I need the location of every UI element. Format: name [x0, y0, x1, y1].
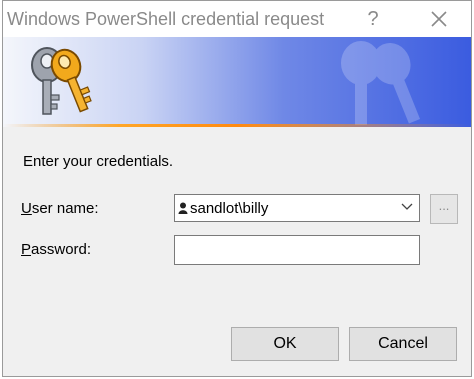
- ok-button[interactable]: OK: [231, 327, 339, 361]
- close-button[interactable]: [421, 4, 457, 34]
- password-label-text: assword:: [31, 241, 92, 258]
- banner: [3, 37, 471, 127]
- user-name-combobox[interactable]: sandlot\billy: [174, 194, 420, 222]
- user-name-label-mnemonic: U: [21, 200, 32, 217]
- password-label-mnemonic: P: [21, 241, 32, 258]
- user-name-label-text: ser name:: [31, 200, 99, 217]
- user-name-value: sandlot\billy: [190, 200, 269, 217]
- cancel-button[interactable]: Cancel: [349, 327, 457, 361]
- banner-accent-line: [3, 124, 471, 127]
- keys-icon: [31, 47, 92, 115]
- credentials-prompt: Enter your credentials.: [23, 153, 174, 170]
- keys-watermark-icon: [341, 41, 421, 125]
- window-title: Windows PowerShell credential request: [7, 9, 325, 29]
- password-input[interactable]: [174, 235, 420, 265]
- title-bar: Windows PowerShell credential request ?: [3, 1, 471, 37]
- browse-user-button[interactable]: ...: [430, 194, 458, 224]
- close-icon: [431, 11, 447, 27]
- credential-dialog: Windows PowerShell credential request ?: [2, 0, 472, 377]
- chevron-down-icon[interactable]: [401, 203, 413, 211]
- help-button[interactable]: ?: [355, 4, 391, 34]
- user-icon: [178, 202, 188, 214]
- user-name-label: User name:: [21, 200, 99, 217]
- password-label: Password:: [21, 241, 91, 258]
